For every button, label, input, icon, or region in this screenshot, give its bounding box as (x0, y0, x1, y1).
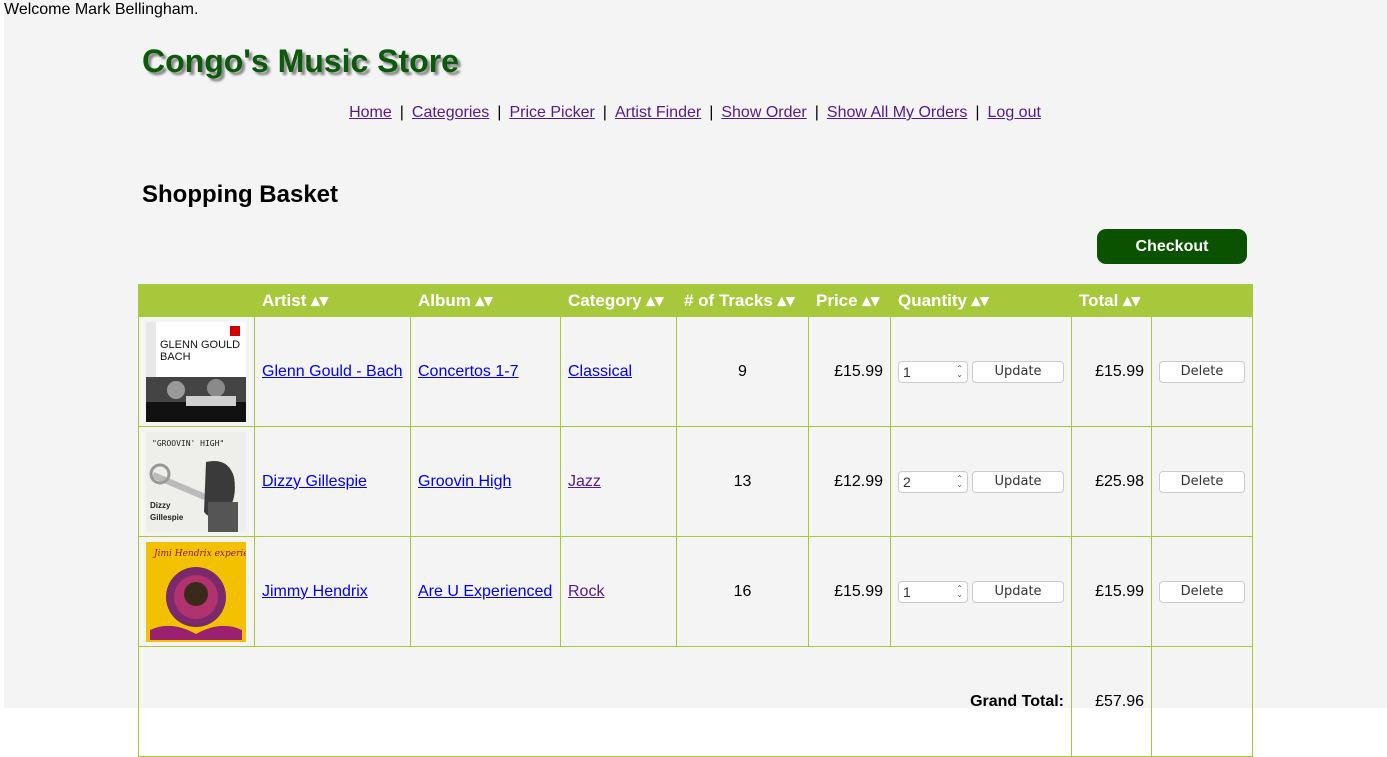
album-cover-image: "GROOVIN' HIGH" Dizzy Gillespie (146, 431, 246, 532)
nav-separator: | (709, 104, 714, 121)
artist-cell: Glenn Gould - Bach (254, 316, 411, 427)
nav-home[interactable]: Home (349, 104, 392, 121)
nav-show-all-my-orders[interactable]: Show All My Orders (827, 104, 967, 121)
artist-cell: Jimmy Hendrix (254, 536, 411, 647)
spinner-arrows-icon[interactable]: ⌃ ⌄ (956, 474, 963, 488)
album-cover-image: GLENN GOULD BACH (146, 321, 246, 422)
album-link[interactable]: Groovin High (418, 473, 511, 490)
actions-cell: Delete (1151, 536, 1253, 647)
welcome-message: Welcome Mark Bellingham. (4, 1, 199, 18)
update-button[interactable]: Update (972, 580, 1064, 603)
cover-text: GLENN GOULD (160, 339, 240, 351)
category-cell: Classical (560, 316, 677, 427)
artist-link[interactable]: Dizzy Gillespie (262, 473, 367, 490)
price-cell: £12.99 (808, 426, 891, 537)
spinner-arrows-icon[interactable]: ⌃ ⌄ (956, 364, 963, 378)
category-link[interactable]: Rock (568, 583, 604, 600)
svg-text:Gillespie: Gillespie (150, 513, 184, 522)
actions-cell: Delete (1151, 316, 1253, 427)
cover-cell: GLENN GOULD BACH (138, 316, 255, 427)
col-header-cover (138, 284, 255, 317)
grand-total-spacer (1151, 646, 1253, 757)
cover-cell: "GROOVIN' HIGH" Dizzy Gillespie (138, 426, 255, 537)
nav-separator: | (602, 104, 607, 121)
cover-text: Jimi Hendrix experience (152, 549, 246, 559)
quantity-stepper[interactable]: 2 ⌃ ⌄ (898, 470, 968, 493)
nav-separator: | (975, 104, 980, 121)
basket-table: Artist ▴▾ Album ▴▾ Category ▴▾ # of Trac… (138, 284, 1253, 757)
nav-price-picker[interactable]: Price Picker (509, 104, 594, 121)
site-title: Congo's Music Store (142, 43, 459, 79)
nav-separator: | (497, 104, 502, 121)
artist-link[interactable]: Jimmy Hendrix (262, 583, 368, 600)
album-link[interactable]: Concertos 1-7 (418, 363, 519, 380)
col-header-artist[interactable]: Artist ▴▾ (254, 284, 411, 317)
category-link[interactable]: Classical (568, 363, 632, 380)
main-nav: Home | Categories | Price Picker | Artist Find… (0, 103, 1387, 123)
cover-text: BACH (160, 351, 191, 363)
artist-link[interactable]: Glenn Gould - Bach (262, 363, 403, 380)
delete-button[interactable]: Delete (1159, 360, 1245, 383)
table-row: Jimi Hendrix experience Jimmy Hendrix Ar… (138, 536, 1253, 647)
category-link[interactable]: Jazz (568, 473, 601, 490)
svg-text:Dizzy: Dizzy (150, 501, 171, 510)
album-cover-image: Jimi Hendrix experience (146, 541, 246, 642)
quantity-stepper[interactable]: 1 ⌃ ⌄ (898, 360, 968, 383)
quantity-cell: 1 ⌃ ⌄ Update (890, 316, 1072, 427)
col-header-category[interactable]: Category ▴▾ (560, 284, 677, 317)
nav-separator: | (814, 104, 819, 121)
grand-total-value: £57.96 (1071, 646, 1152, 757)
update-button[interactable]: Update (972, 360, 1064, 383)
quantity-value: 2 (903, 473, 911, 490)
col-header-quantity[interactable]: Quantity ▴▾ (890, 284, 1072, 317)
table-header-row: Artist ▴▾ Album ▴▾ Category ▴▾ # of Trac… (138, 284, 1253, 317)
col-header-album[interactable]: Album ▴▾ (410, 284, 561, 317)
grand-total-label: Grand Total: (138, 646, 1072, 757)
quantity-value: 1 (903, 363, 911, 380)
update-button[interactable]: Update (972, 470, 1064, 493)
album-cell: Groovin High (410, 426, 561, 537)
page-title: Shopping Basket (142, 181, 339, 208)
tracks-cell: 13 (676, 426, 809, 537)
cover-cell: Jimi Hendrix experience (138, 536, 255, 647)
checkout-button[interactable]: Checkout (1097, 229, 1247, 264)
col-header-price[interactable]: Price ▴▾ (808, 284, 891, 317)
col-header-actions (1151, 284, 1253, 317)
grand-total-row: Grand Total: £57.96 (138, 646, 1253, 757)
album-link[interactable]: Are U Experienced (418, 583, 552, 600)
quantity-cell: 2 ⌃ ⌄ Update (890, 426, 1072, 537)
category-cell: Rock (560, 536, 677, 647)
nav-separator: | (399, 104, 404, 121)
actions-cell: Delete (1151, 426, 1253, 537)
col-header-tracks[interactable]: # of Tracks ▴▾ (676, 284, 809, 317)
col-header-total[interactable]: Total ▴▾ (1071, 284, 1152, 317)
delete-button[interactable]: Delete (1159, 470, 1245, 493)
nav-show-order[interactable]: Show Order (721, 104, 806, 121)
spinner-arrows-icon[interactable]: ⌃ ⌄ (956, 584, 963, 598)
artist-cell: Dizzy Gillespie (254, 426, 411, 537)
delete-button[interactable]: Delete (1159, 580, 1245, 603)
quantity-stepper[interactable]: 1 ⌃ ⌄ (898, 580, 968, 603)
total-cell: £15.99 (1071, 536, 1152, 647)
total-cell: £25.98 (1071, 426, 1152, 537)
nav-categories[interactable]: Categories (412, 104, 489, 121)
category-cell: Jazz (560, 426, 677, 537)
cover-text: "GROOVIN' HIGH" (152, 439, 224, 448)
album-cell: Concertos 1-7 (410, 316, 561, 427)
nav-artist-finder[interactable]: Artist Finder (615, 104, 701, 121)
quantity-cell: 1 ⌃ ⌄ Update (890, 536, 1072, 647)
price-cell: £15.99 (808, 316, 891, 427)
quantity-value: 1 (903, 583, 911, 600)
price-cell: £15.99 (808, 536, 891, 647)
table-row: "GROOVIN' HIGH" Dizzy Gillespie Dizzy Gi… (138, 426, 1253, 537)
tracks-cell: 16 (676, 536, 809, 647)
tracks-cell: 9 (676, 316, 809, 427)
total-cell: £15.99 (1071, 316, 1152, 427)
table-row: GLENN GOULD BACH Glenn Gould - Bach Conc… (138, 316, 1253, 427)
nav-log-out[interactable]: Log out (988, 104, 1041, 121)
album-cell: Are U Experienced (410, 536, 561, 647)
